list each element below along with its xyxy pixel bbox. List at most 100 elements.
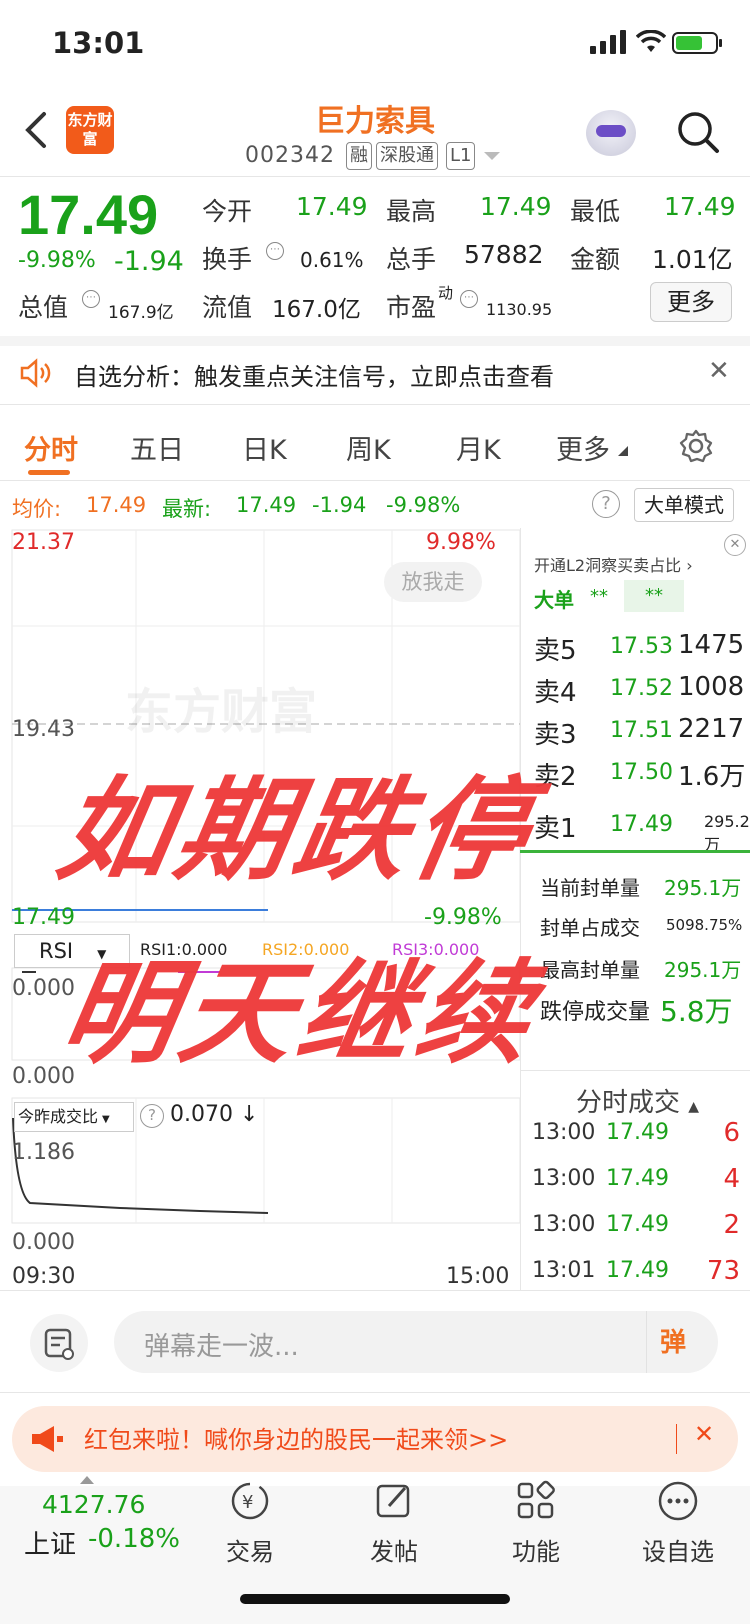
open-value: 17.49 bbox=[296, 192, 368, 221]
amount-label: 金额 bbox=[570, 245, 621, 274]
info-icon[interactable]: ⋯ bbox=[460, 290, 478, 308]
trade-icon: ¥ bbox=[231, 1482, 269, 1520]
stock-name: 巨力索具 bbox=[315, 104, 435, 139]
ratio-axis-top: 1.186 bbox=[12, 1140, 75, 1165]
tick-time: 13:01 bbox=[532, 1258, 596, 1283]
help-icon[interactable]: ? bbox=[592, 490, 620, 518]
seal-ratio-label: 封单占成交 bbox=[540, 916, 640, 940]
watermark: 东方财富 bbox=[125, 684, 317, 740]
caret-icon bbox=[618, 446, 628, 456]
home-indicator[interactable] bbox=[240, 1594, 510, 1604]
index-pct[interactable]: -0.18% bbox=[88, 1524, 180, 1554]
index-name[interactable]: 上证 bbox=[24, 1524, 76, 1561]
tab-more[interactable]: 更多 bbox=[556, 428, 610, 467]
tag-connect: 深股通 bbox=[376, 142, 438, 170]
tab-intraday[interactable]: 分时 bbox=[24, 428, 78, 467]
nav-add-watchlist[interactable]: 设自选 bbox=[608, 1478, 748, 1567]
ask-volume: 1.6万 bbox=[678, 762, 746, 792]
ask-price: 17.50 bbox=[610, 760, 673, 785]
battery-icon bbox=[672, 32, 722, 54]
change-pct: -9.98% bbox=[18, 248, 96, 273]
search-icon[interactable] bbox=[676, 110, 720, 154]
big-order-label: 大单 bbox=[534, 588, 574, 612]
tick-volume: 4 bbox=[723, 1164, 740, 1194]
limit-vol-label: 跌停成交量 bbox=[540, 1000, 651, 1025]
y-axis-mid: 19.43 bbox=[12, 717, 75, 742]
ticks-title[interactable]: 分时成交 ▲ bbox=[576, 1082, 699, 1119]
latest-change: -1.94 bbox=[312, 493, 367, 517]
ask1-label: 卖1 bbox=[534, 814, 577, 844]
ratio-value: 0.070 ↓ bbox=[170, 1102, 259, 1127]
turnover-value: 0.61% bbox=[300, 248, 364, 272]
tag-level: L1 bbox=[446, 142, 476, 170]
stock-code: 002342 bbox=[245, 143, 335, 168]
cellular-signal-icon bbox=[590, 30, 626, 54]
notice-text[interactable]: 自选分析：触发重点关注信号，立即点击查看 bbox=[74, 357, 554, 392]
nav-post[interactable]: 发帖 bbox=[324, 1478, 464, 1567]
tab-daily-k[interactable]: 日K bbox=[242, 428, 287, 467]
tick-price: 17.49 bbox=[606, 1166, 669, 1191]
l2-link[interactable]: 开通L2洞察买卖占比 › bbox=[534, 552, 693, 576]
seal-label: 当前封单量 bbox=[540, 876, 640, 900]
comment-list-icon[interactable] bbox=[30, 1314, 88, 1372]
divider bbox=[520, 1070, 750, 1071]
ratio-axis-bottom: 0.000 bbox=[12, 1230, 75, 1255]
nav-trade[interactable]: ¥ 交易 bbox=[180, 1478, 320, 1567]
tick-volume: 73 bbox=[706, 1256, 740, 1286]
danmu-button[interactable]: 弹 bbox=[660, 1322, 686, 1359]
ask1-price: 17.49 bbox=[610, 812, 673, 837]
assistant-robot-icon[interactable] bbox=[586, 110, 636, 156]
gear-icon[interactable] bbox=[678, 428, 714, 464]
tick-time: 13:00 bbox=[532, 1166, 596, 1191]
pct-axis-bottom: -9.98% bbox=[424, 905, 502, 930]
ask-volume: 1008 bbox=[678, 672, 745, 702]
tab-active-indicator bbox=[28, 470, 70, 475]
open-label: 今开 bbox=[202, 197, 253, 226]
tab-five-day[interactable]: 五日 bbox=[130, 428, 184, 467]
edit-icon bbox=[376, 1484, 410, 1518]
wifi-icon bbox=[636, 30, 666, 52]
back-arrow-icon[interactable] bbox=[22, 110, 50, 150]
tick-time: 13:00 bbox=[532, 1212, 596, 1237]
mktcap-value: 167.9亿 bbox=[108, 303, 174, 323]
y-axis-bottom: 17.49 bbox=[12, 905, 75, 930]
nav-function[interactable]: 功能 bbox=[466, 1478, 606, 1567]
info-icon[interactable]: ⋯ bbox=[266, 242, 284, 260]
ask-volume: 1475 bbox=[678, 630, 745, 660]
amount-value: 1.01亿 bbox=[652, 245, 733, 274]
turnover-label: 换手 bbox=[202, 245, 253, 274]
ask-price: 17.52 bbox=[610, 676, 673, 701]
svg-text:¥: ¥ bbox=[242, 1492, 253, 1513]
tab-weekly-k[interactable]: 周K bbox=[346, 428, 391, 467]
dropdown-caret-icon[interactable] bbox=[484, 152, 500, 162]
high-label: 最高 bbox=[386, 197, 437, 226]
pe-sup: 动 bbox=[438, 284, 454, 302]
info-icon[interactable]: ⋯ bbox=[82, 290, 100, 308]
ask-label: 卖4 bbox=[534, 678, 577, 708]
more-quote-button[interactable]: 更多 bbox=[650, 282, 732, 322]
close-panel-icon[interactable]: ✕ bbox=[724, 534, 746, 556]
up-caret-icon bbox=[80, 1476, 94, 1484]
latest-value: 17.49 bbox=[236, 493, 297, 517]
danmu-placeholder[interactable]: 弹幕走一波... bbox=[144, 1326, 299, 1363]
high-value: 17.49 bbox=[480, 192, 552, 221]
ask-label: 卖3 bbox=[534, 720, 577, 750]
close-notice-icon[interactable]: ✕ bbox=[708, 356, 730, 386]
ask-label: 卖5 bbox=[534, 636, 577, 666]
y-axis-top: 21.37 bbox=[12, 530, 75, 555]
more-circle-icon bbox=[658, 1481, 698, 1521]
help-icon[interactable]: ? bbox=[140, 1104, 164, 1128]
tab-monthly-k[interactable]: 月K bbox=[456, 428, 501, 467]
tick-volume: 6 bbox=[723, 1118, 740, 1148]
big-order-mode-button[interactable]: 大单模式 bbox=[634, 488, 734, 522]
close-banner-icon[interactable]: ✕ bbox=[694, 1420, 714, 1448]
index-value[interactable]: 4127.76 bbox=[42, 1490, 145, 1519]
pe-value: 1130.95 bbox=[486, 300, 553, 319]
tick-time: 13:00 bbox=[532, 1120, 596, 1145]
pct-axis-top: 9.98% bbox=[426, 530, 496, 555]
ratio-select[interactable]: 今昨成交比 ▼ bbox=[14, 1102, 134, 1132]
time-start: 09:30 bbox=[12, 1264, 76, 1289]
let-go-button[interactable]: 放我走 bbox=[384, 562, 482, 602]
banner-text[interactable]: 红包来啦！喊你身边的股民一起来领>> bbox=[84, 1420, 508, 1455]
overlay-line-2: 明天继续 bbox=[52, 949, 548, 1079]
